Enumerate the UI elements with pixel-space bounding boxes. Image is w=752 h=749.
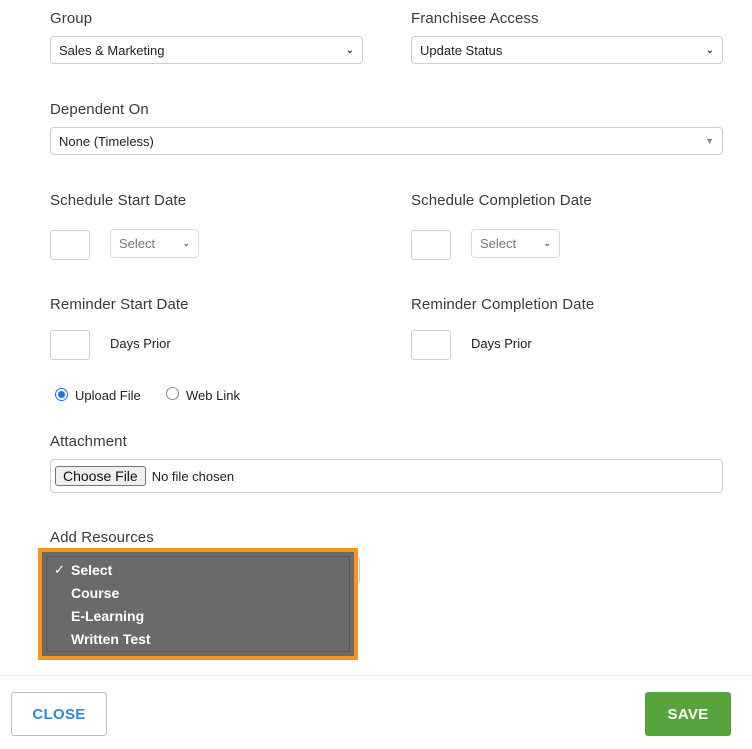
dependent-on-label: Dependent On	[50, 101, 149, 118]
group-select[interactable]: Sales & Marketing ⌄	[50, 36, 363, 64]
chevron-down-icon: ⌄	[705, 44, 714, 56]
franchisee-access-label: Franchisee Access	[411, 10, 539, 27]
chevron-down-icon: ⌄	[543, 238, 551, 248]
add-resources-label: Add Resources	[50, 529, 154, 546]
upload-file-radio[interactable]	[55, 388, 68, 401]
dropdown-option-course[interactable]: Course	[71, 585, 119, 601]
schedule-start-select-value: Select	[119, 236, 156, 251]
group-label: Group	[50, 10, 93, 27]
triangle-down-icon: ▼	[705, 136, 714, 146]
web-link-label[interactable]: Web Link	[186, 388, 240, 403]
schedule-start-label: Schedule Start Date	[50, 192, 187, 209]
add-resources-dropdown-menu: ✓ Select Course E-Learning Written Test	[46, 556, 350, 652]
reminder-completion-days-input[interactable]	[411, 330, 451, 360]
dropdown-option-e-learning[interactable]: E-Learning	[71, 608, 144, 624]
reminder-start-suffix: Days Prior	[110, 336, 171, 351]
add-resources-dropdown-highlight: ✓ Select Course E-Learning Written Test	[38, 548, 358, 660]
footer-divider	[0, 675, 752, 676]
web-link-radio[interactable]	[166, 387, 179, 400]
attachment-label: Attachment	[50, 433, 127, 450]
schedule-completion-select[interactable]: Select ⌄	[471, 229, 560, 258]
group-select-value: Sales & Marketing	[59, 42, 165, 58]
dropdown-option-written-test[interactable]: Written Test	[71, 631, 151, 647]
upload-file-label[interactable]: Upload File	[75, 388, 141, 403]
schedule-completion-label: Schedule Completion Date	[411, 192, 592, 209]
reminder-start-label: Reminder Start Date	[50, 296, 189, 313]
file-status: No file chosen	[151, 468, 235, 484]
check-icon: ✓	[54, 562, 65, 577]
schedule-completion-select-value: Select	[480, 236, 517, 251]
choose-file-button[interactable]: Choose File	[55, 466, 146, 486]
schedule-start-select[interactable]: Select ⌄	[110, 229, 199, 258]
reminder-start-days-input[interactable]	[50, 330, 90, 360]
dependent-on-select-value: None (Timeless)	[59, 133, 154, 149]
close-button[interactable]: CLOSE	[11, 692, 107, 736]
franchisee-access-select-value: Update Status	[420, 42, 503, 58]
reminder-completion-suffix: Days Prior	[471, 336, 532, 351]
dependent-on-select[interactable]: None (Timeless) ▼	[50, 127, 723, 155]
save-button[interactable]: SAVE	[645, 692, 731, 736]
schedule-start-days-input[interactable]	[50, 230, 90, 260]
chevron-down-icon: ⌄	[345, 44, 354, 56]
reminder-completion-label: Reminder Completion Date	[411, 296, 595, 313]
franchisee-access-select[interactable]: Update Status ⌄	[411, 36, 723, 64]
chevron-down-icon: ⌄	[182, 238, 190, 248]
attachment-file-input[interactable]: Choose File No file chosen	[50, 459, 723, 493]
schedule-completion-days-input[interactable]	[411, 230, 451, 260]
dropdown-option-select[interactable]: Select	[71, 562, 112, 578]
